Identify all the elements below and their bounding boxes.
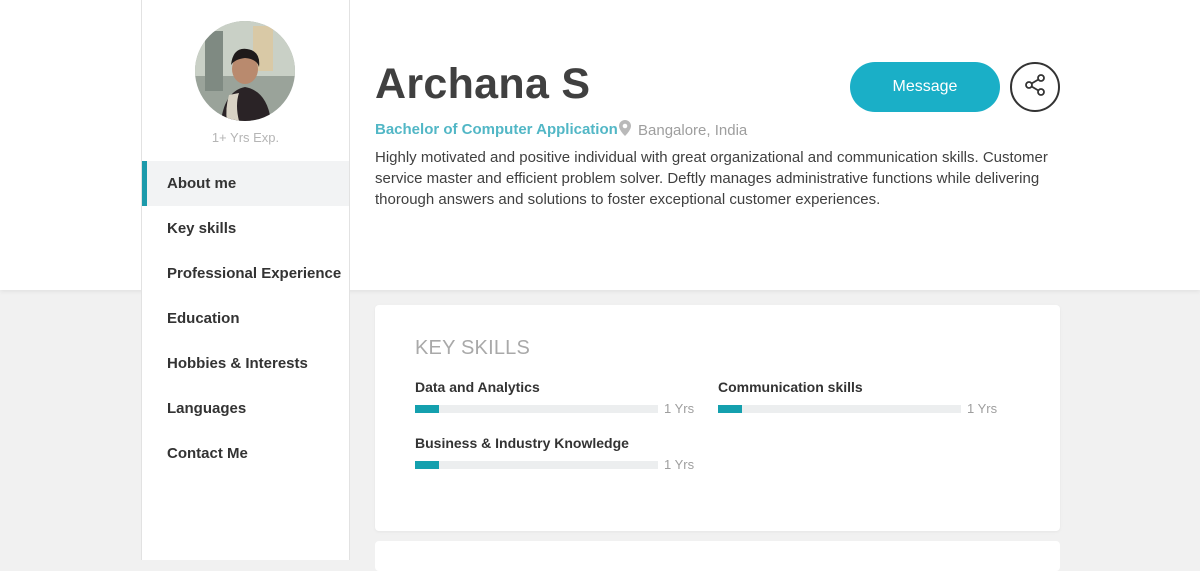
key-skills-title: KEY SKILLS bbox=[415, 337, 531, 359]
sidebar-item-contact-me[interactable]: Contact Me bbox=[142, 431, 349, 476]
next-section-card bbox=[375, 541, 1060, 571]
skill-name: Business & Industry Knowledge bbox=[415, 435, 629, 451]
share-button[interactable] bbox=[1010, 62, 1060, 112]
skill-name: Communication skills bbox=[718, 379, 863, 395]
skill-bar bbox=[718, 404, 961, 413]
skill-bar bbox=[415, 460, 658, 469]
sidebar-item-professional-experience[interactable]: Professional Experience bbox=[142, 251, 349, 296]
skill-years: 1 Yrs bbox=[664, 401, 695, 416]
skill-bar-fill bbox=[718, 404, 743, 413]
skill-years: 1 Yrs bbox=[664, 457, 695, 472]
sidebar-item-hobbies-interests[interactable]: Hobbies & Interests bbox=[142, 341, 349, 386]
skill-bar-fill bbox=[415, 460, 440, 469]
skill-item: Data and Analytics 1 Yrs bbox=[415, 379, 695, 416]
location-pin-icon bbox=[619, 120, 631, 141]
skill-bar-fill bbox=[415, 404, 440, 413]
profile-degree: Bachelor of Computer Application bbox=[375, 121, 618, 138]
skill-years: 1 Yrs bbox=[967, 401, 998, 416]
sidebar-item-languages[interactable]: Languages bbox=[142, 386, 349, 431]
share-icon bbox=[1023, 73, 1047, 102]
sidebar-item-education[interactable]: Education bbox=[142, 296, 349, 341]
skill-item: Communication skills 1 Yrs bbox=[718, 379, 998, 416]
sidebar: 1+ Yrs Exp. About me Key skills Professi… bbox=[141, 0, 350, 560]
skill-name: Data and Analytics bbox=[415, 379, 540, 395]
profile-name: Archana S bbox=[375, 60, 591, 108]
message-button[interactable]: Message bbox=[850, 62, 1000, 112]
about-text: Highly motivated and positive individual… bbox=[375, 149, 1048, 208]
skill-item: Business & Industry Knowledge 1 Yrs bbox=[415, 435, 695, 472]
sidebar-nav: About me Key skills Professional Experie… bbox=[142, 161, 349, 476]
sidebar-item-key-skills[interactable]: Key skills bbox=[142, 206, 349, 251]
location-text: Bangalore, India bbox=[638, 122, 748, 139]
skill-bar bbox=[415, 404, 658, 413]
key-skills-card: KEY SKILLS Data and Analytics 1 Yrs Comm… bbox=[375, 305, 1060, 531]
experience-label: 1+ Yrs Exp. bbox=[211, 130, 280, 145]
profile-location: Bangalore, India bbox=[619, 120, 747, 141]
sidebar-item-about-me[interactable]: About me bbox=[142, 161, 349, 206]
avatar bbox=[195, 21, 295, 121]
